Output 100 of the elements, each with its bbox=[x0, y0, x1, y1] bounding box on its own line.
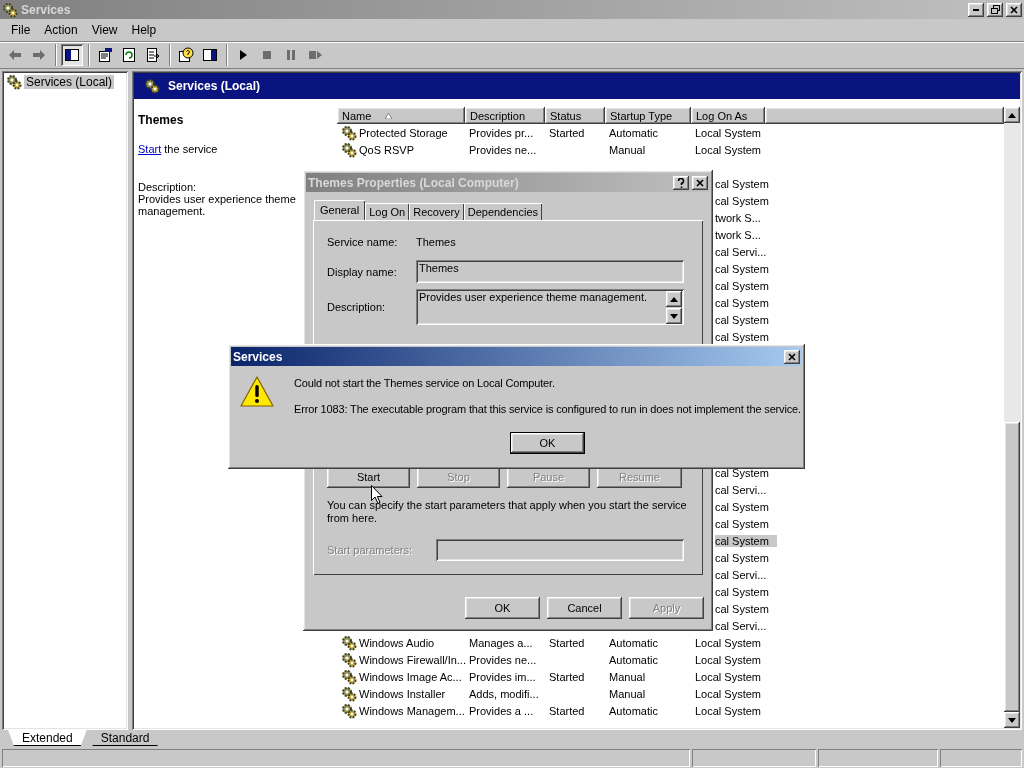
start-parameters-field[interactable] bbox=[436, 539, 684, 561]
restore-button[interactable] bbox=[987, 2, 1003, 17]
table-cell[interactable]: Windows Audio bbox=[337, 634, 465, 651]
refresh-icon bbox=[121, 47, 137, 63]
close-icon bbox=[696, 178, 704, 187]
close-button[interactable] bbox=[1006, 2, 1022, 17]
table-cell[interactable]: Protected Storage bbox=[337, 124, 465, 141]
dialog-tab[interactable]: Log On bbox=[365, 203, 410, 220]
properties-icon bbox=[97, 47, 113, 63]
up-arrow-icon bbox=[1008, 112, 1016, 118]
tree-gears-icon bbox=[6, 74, 22, 90]
table-cell-text: Provides ne... bbox=[468, 143, 538, 156]
minimize-button[interactable] bbox=[968, 2, 984, 17]
table-cell-text: cal System bbox=[715, 330, 770, 343]
dialog-tab[interactable]: Dependencies bbox=[463, 203, 543, 220]
warning-icon bbox=[240, 376, 274, 408]
menu-item[interactable]: Action bbox=[37, 23, 85, 37]
toolbar-button[interactable] bbox=[61, 44, 83, 66]
close-button[interactable] bbox=[784, 349, 800, 364]
menu-item[interactable]: File bbox=[4, 23, 38, 37]
table-cell: cal System bbox=[715, 534, 777, 547]
table-cell-text: Automatic bbox=[608, 704, 659, 717]
table-cell[interactable]: Windows Managem... bbox=[337, 702, 465, 719]
close-button[interactable] bbox=[692, 175, 708, 190]
service-gears-icon bbox=[341, 685, 357, 702]
table-cell-text: twork S... bbox=[715, 211, 762, 224]
start-link[interactable]: Start bbox=[138, 143, 162, 155]
dialog-button[interactable]: Cancel bbox=[547, 597, 622, 619]
table-cell-text: Local System bbox=[694, 670, 763, 683]
column-header[interactable]: Name bbox=[337, 107, 465, 124]
start-service-text: Start the service bbox=[138, 143, 218, 155]
dialog-tab[interactable]: General bbox=[314, 200, 366, 220]
menu-item[interactable]: Help bbox=[124, 23, 164, 37]
column-header[interactable]: Status bbox=[545, 107, 605, 124]
table-cell-text: Provides pr... bbox=[468, 126, 535, 139]
table-cell[interactable]: Windows Installer bbox=[337, 685, 465, 702]
column-header[interactable]: Log On As bbox=[691, 107, 765, 124]
service-gears-icon bbox=[341, 668, 357, 685]
scroll-down-button[interactable] bbox=[666, 308, 682, 324]
table-cell-text: Local System bbox=[694, 687, 763, 700]
table-cell-text: cal Servi... bbox=[715, 619, 768, 632]
table-cell-text: Started bbox=[548, 126, 586, 139]
table-cell-text: cal System bbox=[715, 296, 770, 309]
table-cell-text: cal System bbox=[715, 500, 770, 513]
field-label: Service name: bbox=[327, 236, 399, 248]
vertical-scrollbar[interactable] bbox=[1004, 107, 1020, 728]
restore-icon bbox=[990, 5, 1000, 14]
service-gears-icon bbox=[341, 634, 357, 651]
scroll-down-button[interactable] bbox=[1004, 712, 1020, 728]
field-label: Start parameters: bbox=[327, 544, 413, 556]
table-cell-text: Manages a... bbox=[468, 636, 534, 649]
scroll-up-button[interactable] bbox=[1004, 107, 1020, 123]
table-cell-text: Provides im... bbox=[468, 670, 537, 683]
dialog-button[interactable]: OK bbox=[465, 597, 540, 619]
table-cell-text: cal Servi... bbox=[715, 568, 768, 581]
dialog-title: Themes Properties (Local Computer) bbox=[308, 175, 520, 190]
table-cell-text: Local System bbox=[694, 704, 763, 717]
table-cell-text: cal System bbox=[715, 177, 770, 190]
table-cell-text: cal System bbox=[715, 313, 770, 326]
tree-item[interactable]: Services (Local) bbox=[24, 75, 115, 89]
column-header[interactable]: Description bbox=[465, 107, 545, 124]
menu-item[interactable]: View bbox=[84, 23, 125, 37]
header-title: Services (Local) bbox=[168, 79, 261, 93]
table-cell-text: cal System bbox=[715, 262, 770, 275]
question-icon bbox=[677, 177, 685, 188]
description-field[interactable]: Provides user experience theme management. bbox=[416, 289, 684, 325]
table-cell-text: Automatic bbox=[608, 126, 659, 139]
minimize-icon bbox=[973, 8, 979, 11]
scroll-thumb[interactable] bbox=[1004, 422, 1020, 712]
error-text: Error 1083: The executable program that this service is configured to run in does not implement the service. bbox=[294, 402, 801, 416]
table-cell[interactable]: Windows Firewall/In... bbox=[337, 651, 465, 668]
app-gears-icon bbox=[2, 1, 18, 18]
table-cell-text: twork S... bbox=[715, 228, 762, 241]
table-cell[interactable]: Windows Image Ac... bbox=[337, 668, 465, 685]
table-cell[interactable]: QoS RSVP bbox=[337, 141, 465, 158]
view-tab[interactable]: Extended bbox=[8, 730, 87, 746]
table-cell-text: cal Servi... bbox=[715, 245, 768, 258]
table-cell-text: Adds, modifi... bbox=[468, 687, 540, 700]
export-list-icon bbox=[145, 47, 161, 63]
table-cell-text: Local System bbox=[694, 653, 763, 666]
column-header[interactable]: Startup Type bbox=[605, 107, 691, 124]
table-cell-text: Local System bbox=[694, 143, 763, 156]
service-title: Themes bbox=[138, 113, 184, 127]
service-gears-icon bbox=[341, 702, 357, 719]
scroll-up-button[interactable] bbox=[666, 291, 682, 307]
header-gears-icon bbox=[144, 78, 160, 94]
field-label: Display name: bbox=[327, 265, 398, 278]
display-name-field[interactable]: Themes bbox=[416, 260, 684, 283]
dialog-tab[interactable]: Recovery bbox=[409, 203, 464, 220]
table-cell-text: cal System bbox=[715, 551, 770, 564]
ok-button[interactable]: OK bbox=[510, 432, 585, 454]
table-cell-text: Provides a ... bbox=[468, 704, 535, 717]
table-cell-text: cal System bbox=[715, 279, 770, 292]
table-cell-text: Provides ne... bbox=[468, 653, 538, 666]
window-title: Services bbox=[21, 2, 72, 17]
service-name-value: Themes bbox=[416, 236, 456, 248]
sort-arrow-icon bbox=[385, 112, 393, 119]
close-icon bbox=[788, 352, 796, 361]
help-button[interactable] bbox=[673, 175, 689, 190]
close-icon bbox=[1010, 5, 1018, 14]
